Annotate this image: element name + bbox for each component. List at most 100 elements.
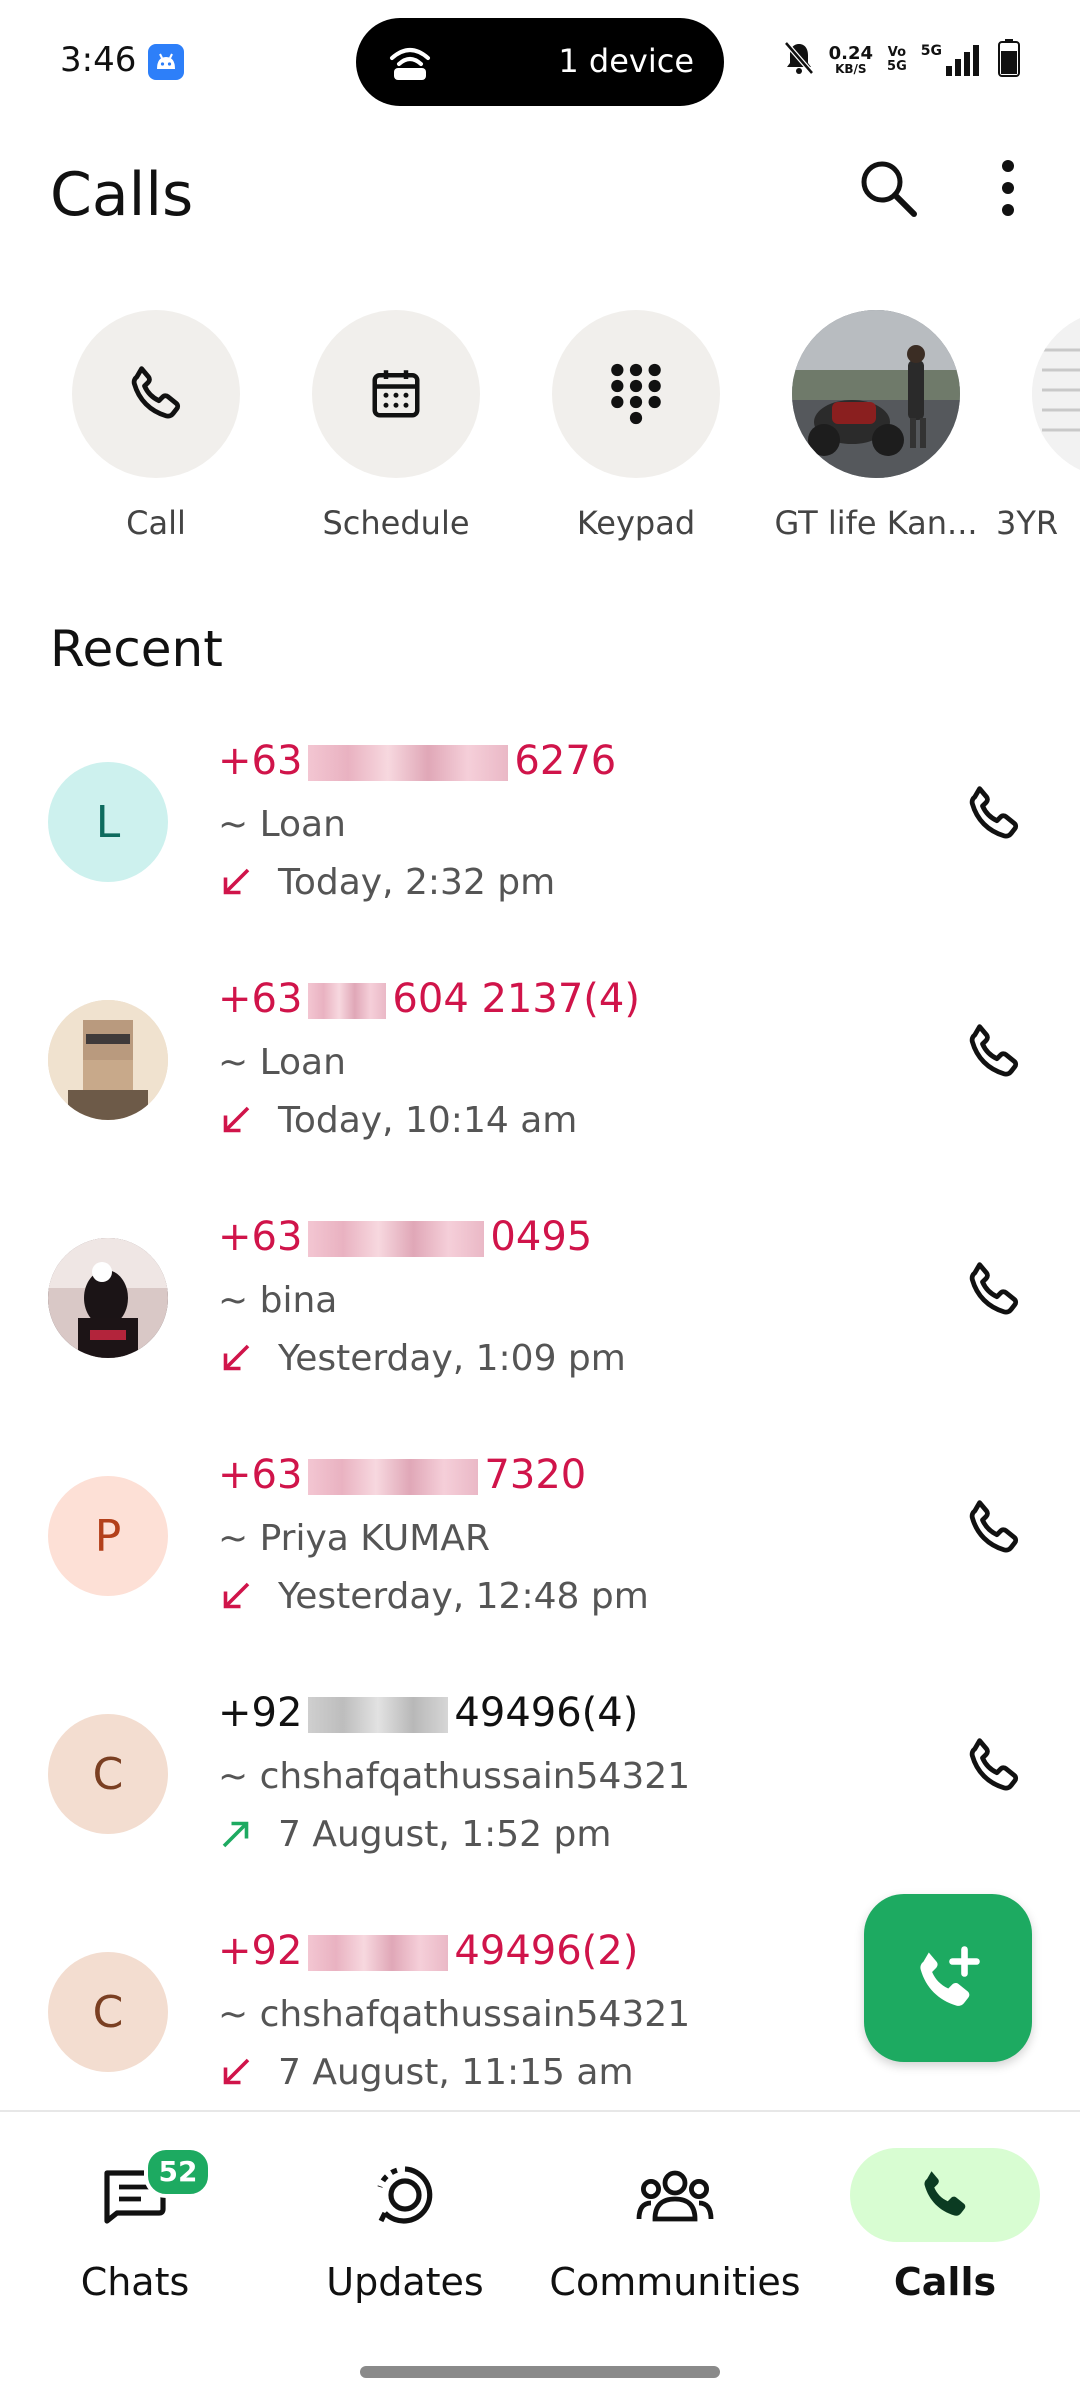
call-time: Today, 2:32 pm	[278, 861, 556, 903]
call-log-row[interactable]: C +92 49496(4) ~ chshafqathussain54321 7 …	[0, 1652, 1080, 1890]
quick-action-keypad-circle[interactable]	[552, 310, 720, 478]
call-back-phone-icon[interactable]	[962, 1496, 1026, 1560]
avatar-photo	[48, 1000, 168, 1120]
call-back-phone-icon[interactable]	[962, 1020, 1026, 1084]
call-count: (4)	[581, 1690, 639, 1736]
quick-action-schedule-circle[interactable]	[312, 310, 480, 478]
network-speed-value: 0.24	[828, 43, 874, 64]
avatar[interactable]: P	[48, 1476, 168, 1596]
nav-chats-icon-wrap[interactable]: 52	[40, 2146, 230, 2242]
call-back-phone-icon[interactable]	[962, 1734, 1026, 1798]
redacted-digits	[308, 745, 509, 781]
nav-updates-icon-wrap[interactable]	[310, 2148, 500, 2242]
quick-action-schedule[interactable]: Schedule	[276, 310, 516, 542]
number-suffix: 0495	[490, 1214, 593, 1260]
quick-action-keypad[interactable]: Keypad	[516, 310, 756, 542]
more-vertical-icon[interactable]	[988, 156, 1028, 220]
number-prefix: +63	[218, 738, 303, 784]
missed-incoming-arrow-icon	[223, 1344, 250, 1371]
caller-number: +92 49496(2)	[218, 1928, 638, 1974]
nav-label: Communities	[549, 2260, 801, 2304]
nav-calls-icon-wrap[interactable]	[850, 2148, 1040, 2242]
volte-top: Vo	[887, 45, 907, 60]
quick-action-call[interactable]: Call	[36, 310, 276, 542]
unread-chats-badge: 52	[144, 2146, 212, 2198]
recent-section-title: Recent	[50, 620, 223, 678]
number-suffix: 49496	[454, 1690, 582, 1736]
call-time: Yesterday, 12:48 pm	[278, 1575, 649, 1617]
avatar-letter: C	[92, 1986, 124, 2038]
nav-label: Updates	[326, 2260, 484, 2304]
call-log-row[interactable]: L +63 6276 ~ Loan Today, 2:32 pm	[0, 700, 1080, 938]
avatar[interactable]: C	[48, 1952, 168, 2072]
call-time-row: Today, 2:32 pm	[218, 860, 555, 904]
contact-photo-image	[792, 310, 960, 478]
redacted-digits	[308, 983, 387, 1019]
quick-action-call-circle[interactable]	[72, 310, 240, 478]
call-time-row: Today, 10:14 am	[218, 1098, 577, 1142]
network-type: 5G	[920, 43, 942, 59]
calendar-icon	[372, 370, 420, 418]
call-time: Today, 10:14 am	[278, 1099, 578, 1141]
bottom-navigation: 52 Chats Updates Communities Calls	[0, 2112, 1080, 2312]
number-prefix: +92	[218, 1928, 303, 1974]
number-suffix: 604 2137	[392, 976, 584, 1022]
missed-incoming-arrow-icon	[223, 1106, 250, 1133]
caller-name: ~ Priya KUMAR	[218, 1518, 490, 1559]
contact-photo-image	[1032, 310, 1080, 478]
quick-action-contact-gt-life[interactable]: GT life Kan...	[756, 310, 996, 542]
missed-incoming-arrow-icon	[223, 2058, 250, 2085]
call-back-phone-icon[interactable]	[962, 1258, 1026, 1322]
hotspot-icon	[386, 42, 434, 86]
call-count: (2)	[581, 1928, 639, 1974]
caller-number: +63 6276	[218, 738, 616, 784]
redacted-digits	[308, 1221, 485, 1257]
add-call-icon	[920, 1946, 980, 2006]
page-title: Calls	[50, 160, 194, 230]
call-time-row: Yesterday, 1:09 pm	[218, 1336, 626, 1380]
contact-photo[interactable]	[792, 310, 960, 478]
signal-icon: 5G	[921, 44, 984, 76]
network-speed-unit: KB/S	[835, 62, 867, 76]
quick-actions-row: Call Schedule Keypad GT life Kan... 3YR	[0, 310, 1080, 560]
nav-communities-icon-wrap[interactable]	[580, 2148, 770, 2242]
contact-photo[interactable]	[1032, 310, 1080, 478]
avatar[interactable]: L	[48, 762, 168, 882]
avatar-letter: C	[92, 1748, 124, 1800]
new-call-fab[interactable]	[864, 1894, 1032, 2062]
caller-number: +63 7320	[218, 1452, 586, 1498]
avatar[interactable]	[48, 1000, 168, 1120]
home-indicator[interactable]	[360, 2366, 720, 2378]
communities-icon	[636, 2170, 714, 2222]
avatar[interactable]: C	[48, 1714, 168, 1834]
avatar[interactable]	[48, 1238, 168, 1358]
caller-name: ~ Loan	[218, 1042, 346, 1083]
call-log-row[interactable]: P +63 7320 ~ Priya KUMAR Yesterday, 12:48…	[0, 1414, 1080, 1652]
nav-calls[interactable]: Calls	[810, 2112, 1080, 2312]
status-bar: 3:46 1 device 0.24 KB/S Vo 5G 5G	[0, 0, 1080, 120]
avatar-letter: P	[94, 1510, 122, 1562]
battery-icon	[998, 39, 1020, 81]
quick-action-contact-3yr[interactable]: 3YR	[996, 310, 1080, 542]
network-speed: 0.24 KB/S	[828, 43, 874, 76]
nav-updates[interactable]: Updates	[270, 2112, 540, 2312]
quick-action-label: 3YR	[996, 504, 1059, 542]
status-time: 3:46	[60, 40, 137, 80]
search-icon[interactable]	[856, 156, 920, 220]
call-log-row[interactable]: +63 0495 ~ bina Yesterday, 1:09 pm	[0, 1176, 1080, 1414]
quick-action-label: Call	[126, 504, 186, 542]
redacted-digits	[308, 1697, 449, 1733]
status-icons: 0.24 KB/S Vo 5G 5G	[783, 38, 1020, 82]
call-time: Yesterday, 1:09 pm	[278, 1337, 626, 1379]
call-log-row[interactable]: +63 604 2137(4) ~ Loan Today, 10:14 am	[0, 938, 1080, 1176]
nav-chats[interactable]: 52 Chats	[0, 2112, 270, 2312]
caller-number: +63 604 2137(4)	[218, 976, 640, 1022]
hotspot-pill[interactable]: 1 device	[356, 18, 724, 106]
call-back-phone-icon[interactable]	[962, 782, 1026, 846]
quick-action-label: GT life Kan...	[774, 504, 978, 542]
nav-communities[interactable]: Communities	[540, 2112, 810, 2312]
number-prefix: +63	[218, 1452, 303, 1498]
call-count: (4)	[583, 976, 640, 1022]
call-time-row: 7 August, 1:52 pm	[218, 1812, 611, 1856]
missed-incoming-arrow-icon	[223, 1582, 250, 1609]
